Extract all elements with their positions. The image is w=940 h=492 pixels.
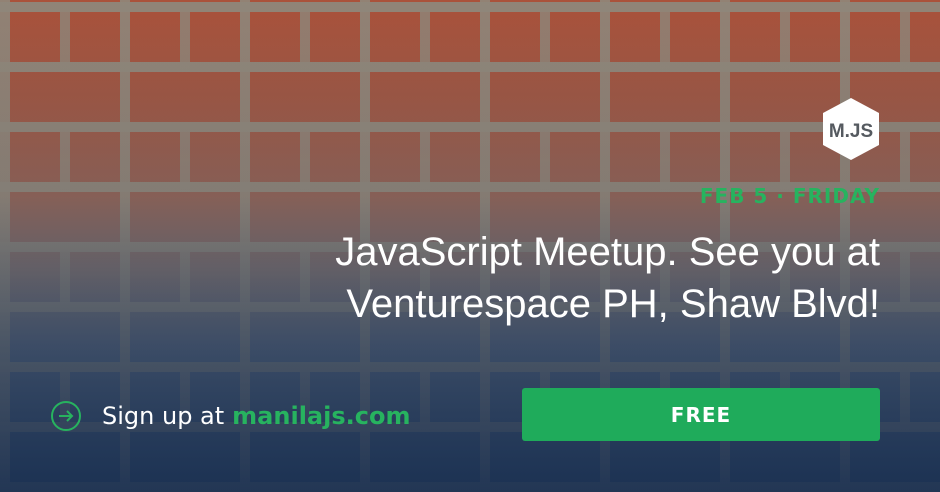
signup-prefix: Sign up at bbox=[102, 402, 225, 430]
manilajs-logo: M.JS bbox=[820, 96, 882, 162]
arrow-circle-icon bbox=[50, 400, 82, 432]
event-banner: M.JS FEB 5 · FRIDAY JavaScript Meetup. S… bbox=[0, 0, 940, 492]
event-headline: JavaScript Meetup. See you at Venturespa… bbox=[280, 226, 880, 330]
hexagon-logo-icon: M.JS bbox=[823, 98, 879, 160]
headline-line-1: JavaScript Meetup. See you at bbox=[335, 230, 880, 274]
event-date: FEB 5 · FRIDAY bbox=[699, 184, 880, 208]
signup-link[interactable]: Sign up at manilajs.com bbox=[50, 398, 410, 434]
logo-text: M.JS bbox=[829, 121, 873, 142]
free-button[interactable]: FREE bbox=[522, 388, 880, 441]
headline-line-2: Venturespace PH, Shaw Blvd! bbox=[346, 282, 880, 326]
signup-site-link[interactable]: manilajs.com bbox=[232, 402, 410, 430]
